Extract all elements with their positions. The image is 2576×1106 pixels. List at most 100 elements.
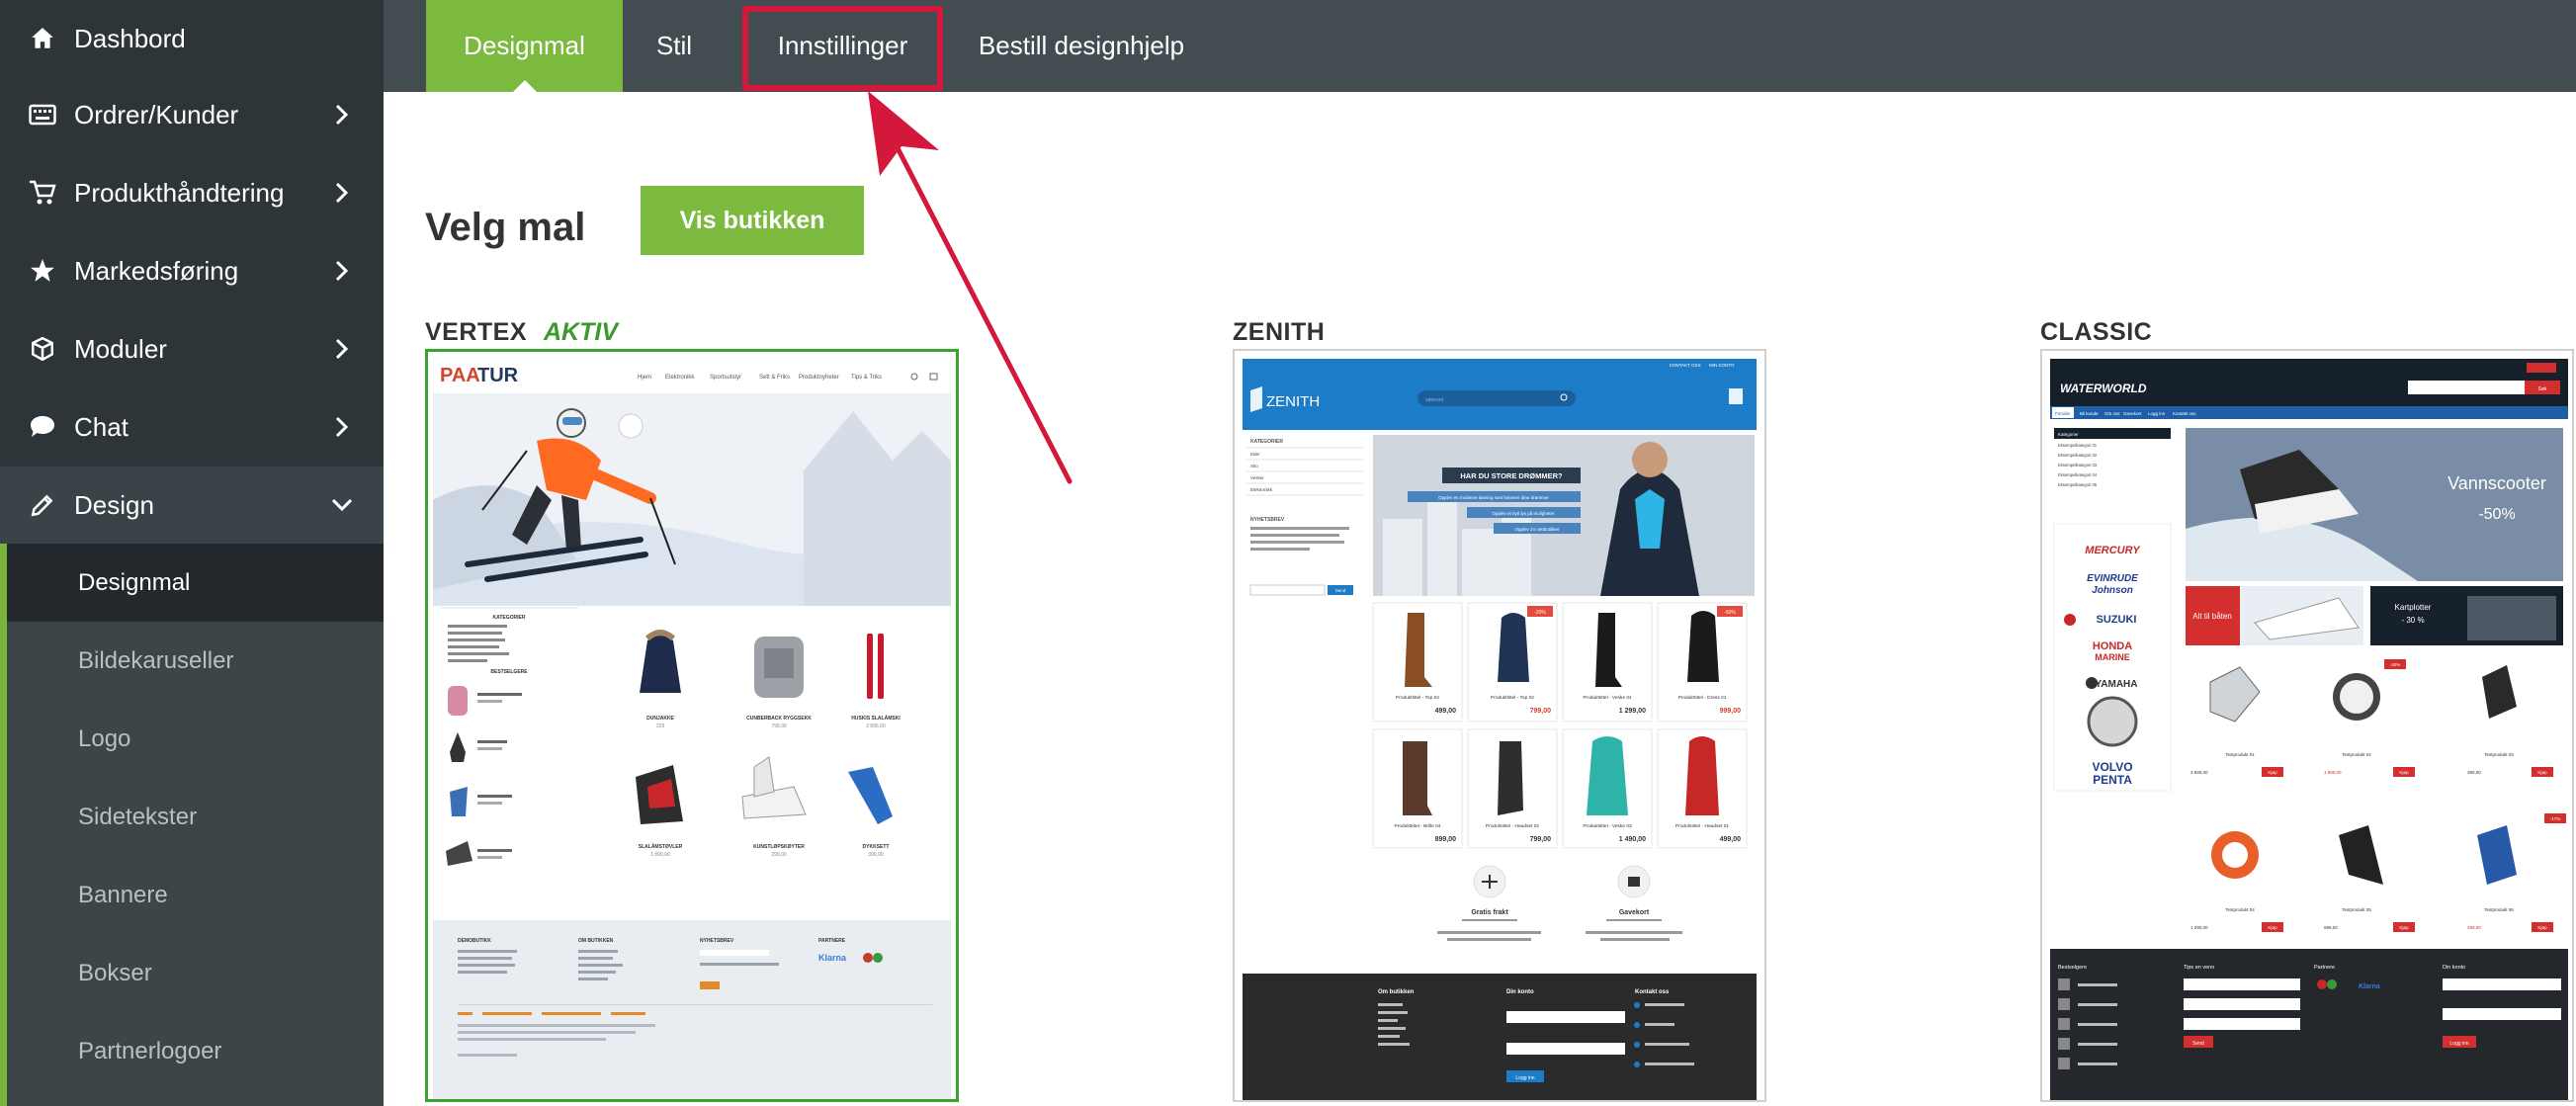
preview-product-price: 1 990,00 bbox=[2324, 770, 2342, 775]
preview-brand: PENTA bbox=[2093, 773, 2132, 787]
sidebar-item-label: Produkthåndtering bbox=[74, 177, 285, 208]
preview-banner-label: Kartplotter bbox=[2395, 603, 2432, 612]
template-card-vertex[interactable]: PAA TUR Hjem Elektronikk Sportsutstyr Se… bbox=[425, 349, 959, 1102]
app-window: Dashbord Ordrer/Kunder Produkthåndtering bbox=[0, 0, 2576, 1106]
preview-login-button: Logg inn bbox=[1515, 1075, 1534, 1081]
submenu-item-logo[interactable]: Logo bbox=[7, 700, 384, 778]
submenu-item-bildekaruseller[interactable]: Bildekaruseller bbox=[7, 622, 384, 700]
sidebar-item-produkthandtering[interactable]: Produkthåndtering bbox=[0, 154, 384, 231]
preview-product-name: HUSKIS SLALÅMSKI bbox=[851, 715, 901, 722]
preview-product-name: Produkttittel - Top 02 bbox=[1491, 695, 1534, 701]
preview-product-price: 1 290,00 bbox=[2190, 925, 2208, 930]
sidebar-item-label: Markedsføring bbox=[74, 255, 239, 286]
preview-logo: ZENITH bbox=[1266, 393, 1320, 410]
chevron-down-icon bbox=[330, 493, 354, 517]
preview-propeller-icon bbox=[2087, 696, 2138, 747]
preview-category-title: Kategorier bbox=[2058, 432, 2079, 437]
preview-hero-title: HAR DU STORE DRØMMER? bbox=[1460, 471, 1563, 480]
preview-footer-button: Logg inn bbox=[2449, 1041, 2468, 1047]
preview-categories-title: KATEGORIER bbox=[493, 615, 526, 621]
preview-buy-button: Kjøp bbox=[2399, 770, 2409, 775]
preview-nav-item: Elektronikk bbox=[665, 375, 695, 381]
chevron-right-icon bbox=[330, 337, 354, 361]
tab-highlight-box bbox=[742, 6, 943, 91]
preview-buy-button: Kjøp bbox=[2537, 925, 2547, 930]
submenu-accent-bar bbox=[0, 544, 7, 1106]
preview-nav-item: Sportsutstyr bbox=[710, 375, 741, 381]
submenu-item-partnerlogoer[interactable]: Partnerlogoer bbox=[7, 1012, 384, 1090]
submenu-item-label: Partnerlogoer bbox=[78, 1037, 222, 1064]
preview-buy-button: Kjøp bbox=[2399, 925, 2409, 930]
preview-footer bbox=[1243, 974, 1757, 1100]
submenu-item-bannere[interactable]: Bannere bbox=[7, 856, 384, 934]
preview-product-name: Produkttittel - Veske 03 bbox=[1583, 823, 1632, 829]
preview-category-item: Eksempelkategori 02 bbox=[2058, 453, 2098, 458]
preview-nav-item: Tips & Triks bbox=[851, 375, 882, 381]
preview-product-name: DUNJAKKE bbox=[646, 716, 674, 722]
page-title: Velg mal bbox=[425, 206, 586, 249]
sidebar-item-chat[interactable]: Chat bbox=[0, 388, 384, 466]
template-card-zenith[interactable]: KONTAKT OSS MIN KONTO ZENITH søkeord KAT… bbox=[1233, 349, 1766, 1102]
preview-product-name: Produkttittel - Headset 02 bbox=[1486, 823, 1539, 829]
preview-product-name: Testprodukt 04 bbox=[2225, 907, 2255, 912]
preview-product-name: Testprodukt 02 bbox=[2342, 752, 2371, 757]
preview-footer-heading: Kontakt oss bbox=[1635, 989, 1670, 995]
preview-badge: -20% bbox=[2390, 662, 2401, 667]
preview-product-price: 999,00 bbox=[1720, 708, 1742, 715]
top-tab-bar: Designmal Stil Innstillinger Bestill des… bbox=[384, 0, 2576, 92]
sidebar-item-moduler[interactable]: Moduler bbox=[0, 310, 384, 387]
submenu-item-label: Bannere bbox=[78, 881, 168, 908]
preview-footer-heading: NYHETSBREV bbox=[700, 938, 734, 944]
submenu-item-bokser[interactable]: Bokser bbox=[7, 934, 384, 1012]
sidebar-item-label: Design bbox=[74, 489, 154, 520]
preview-badge: -17% bbox=[2550, 816, 2561, 821]
preview-footer-heading: Partnere bbox=[2314, 965, 2335, 971]
tab-stil[interactable]: Stil bbox=[623, 0, 726, 92]
preview-buy-button: Kjøp bbox=[2537, 770, 2547, 775]
submenu-item-label: Bokser bbox=[78, 959, 152, 986]
preview-brand: YAMAHA bbox=[2096, 679, 2138, 690]
preview-product-name: Produkttittel - Headset 01 bbox=[1675, 823, 1729, 829]
keyboard-icon bbox=[28, 100, 57, 129]
template-card-classic[interactable]: WATERWORLD Søk Forside Bli kunde Om oss … bbox=[2040, 349, 2574, 1102]
preview-product-price: 999,00 bbox=[2324, 925, 2338, 930]
preview-footer bbox=[2050, 949, 2568, 1100]
preview-product-price: 299,00 bbox=[771, 852, 787, 858]
preview-feature-title: Gavekort bbox=[1619, 909, 1650, 916]
preview-search-button: Søk bbox=[2538, 386, 2547, 392]
submenu-item-sidetekster[interactable]: Sidetekster bbox=[7, 778, 384, 856]
preview-product-price: 1 899,00 bbox=[650, 852, 670, 858]
preview-category-item: Eksempelkategori 01 bbox=[2058, 443, 2098, 448]
submenu-item-label: Designmal bbox=[78, 568, 191, 596]
submenu-item-designmal[interactable]: Designmal bbox=[7, 544, 384, 622]
preview-footer-heading: Din konto bbox=[2443, 965, 2465, 971]
preview-nav-item: Sett & Friks bbox=[759, 375, 790, 381]
sidebar: Dashbord Ordrer/Kunder Produkthåndtering bbox=[0, 0, 384, 1106]
preview-product-name: Testprodukt 03 bbox=[2484, 752, 2514, 757]
preview-brand: HONDA bbox=[2093, 640, 2132, 652]
sidebar-item-design[interactable]: Design bbox=[0, 467, 384, 544]
preview-footer-heading: Din konto bbox=[1506, 989, 1534, 995]
sidebar-item-dashbord[interactable]: Dashbord bbox=[0, 0, 384, 77]
preview-brand: MERCURY bbox=[2085, 545, 2141, 556]
preview-product-name: DYKKSETT bbox=[863, 844, 890, 850]
preview-nav-item: Produktnyheter bbox=[799, 375, 839, 381]
submenu-item-label: Logo bbox=[78, 724, 131, 752]
sidebar-item-markedsforing[interactable]: Markedsføring bbox=[0, 232, 384, 309]
preview-sidebar-item: Klær bbox=[1250, 452, 1260, 457]
preview-footer-heading: Bestselgere bbox=[2058, 965, 2087, 971]
preview-partner-logo: Klarna bbox=[2359, 983, 2380, 990]
preview-sidebar-item: Sko bbox=[1250, 464, 1258, 468]
preview-product-name: Produkttittel - Dress 01 bbox=[1678, 695, 1727, 701]
tab-bestill-designhjelp[interactable]: Bestill designhjelp bbox=[963, 0, 1200, 92]
preview-footer-heading: DEMOBUTIKK bbox=[458, 938, 491, 944]
preview-category-item: Eksempelkategori 04 bbox=[2058, 472, 2098, 477]
preview-footer-heading: OM BUTIKKEN bbox=[578, 938, 614, 944]
chevron-right-icon bbox=[330, 181, 354, 205]
active-label: AKTIV bbox=[544, 318, 618, 346]
sidebar-item-ordrer-kunder[interactable]: Ordrer/Kunder bbox=[0, 76, 384, 153]
view-shop-button[interactable]: Vis butikken bbox=[641, 186, 864, 255]
tab-designmal[interactable]: Designmal bbox=[426, 0, 623, 92]
tab-label: Designmal bbox=[464, 31, 585, 60]
sidebar-item-label: Moduler bbox=[74, 333, 167, 364]
